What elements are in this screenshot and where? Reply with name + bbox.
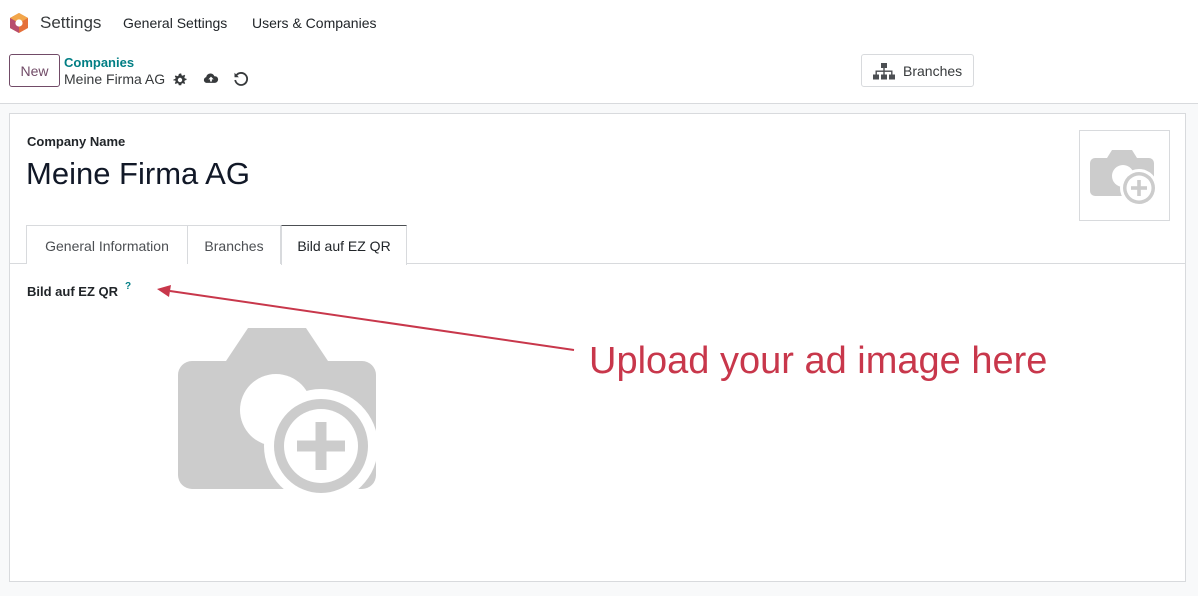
org-chart-icon bbox=[873, 63, 895, 80]
image-field-label: Bild auf EZ QR bbox=[27, 284, 118, 299]
branches-button-label: Branches bbox=[903, 63, 963, 79]
control-panel: New Companies Meine Firma AG Branches bbox=[0, 46, 1198, 104]
company-name-label: Company Name bbox=[27, 134, 126, 149]
annotation-callout-text: Upload your ad image here bbox=[589, 340, 1048, 382]
discard-undo-icon[interactable] bbox=[233, 71, 249, 87]
new-button[interactable]: New bbox=[9, 54, 60, 87]
help-tooltip-icon[interactable]: ? bbox=[125, 281, 131, 292]
tab-general-information[interactable]: General Information bbox=[26, 225, 188, 264]
ad-image-upload-placeholder[interactable] bbox=[178, 328, 378, 503]
menu-general-settings[interactable]: General Settings bbox=[123, 15, 227, 31]
top-navbar: Settings General Settings Users & Compan… bbox=[0, 0, 1198, 46]
camera-add-icon bbox=[1090, 150, 1158, 207]
app-title[interactable]: Settings bbox=[40, 13, 101, 33]
form-notebook-tabs: General Information Branches Bild auf EZ… bbox=[10, 225, 1185, 265]
menu-users-companies[interactable]: Users & Companies bbox=[252, 15, 377, 31]
tab-branches[interactable]: Branches bbox=[187, 225, 281, 264]
cloud-upload-icon[interactable] bbox=[203, 70, 219, 86]
branches-smart-button[interactable]: Branches bbox=[861, 54, 974, 87]
gear-icon[interactable] bbox=[172, 72, 188, 88]
breadcrumb-companies[interactable]: Companies bbox=[64, 55, 134, 70]
odoo-app-icon[interactable] bbox=[8, 12, 30, 34]
company-name-field[interactable]: Meine Firma AG bbox=[26, 156, 250, 192]
tab-bild-auf-ez-qr[interactable]: Bild auf EZ QR bbox=[281, 225, 407, 265]
company-logo-upload[interactable] bbox=[1079, 130, 1170, 221]
breadcrumb-current-record: Meine Firma AG bbox=[64, 71, 166, 87]
